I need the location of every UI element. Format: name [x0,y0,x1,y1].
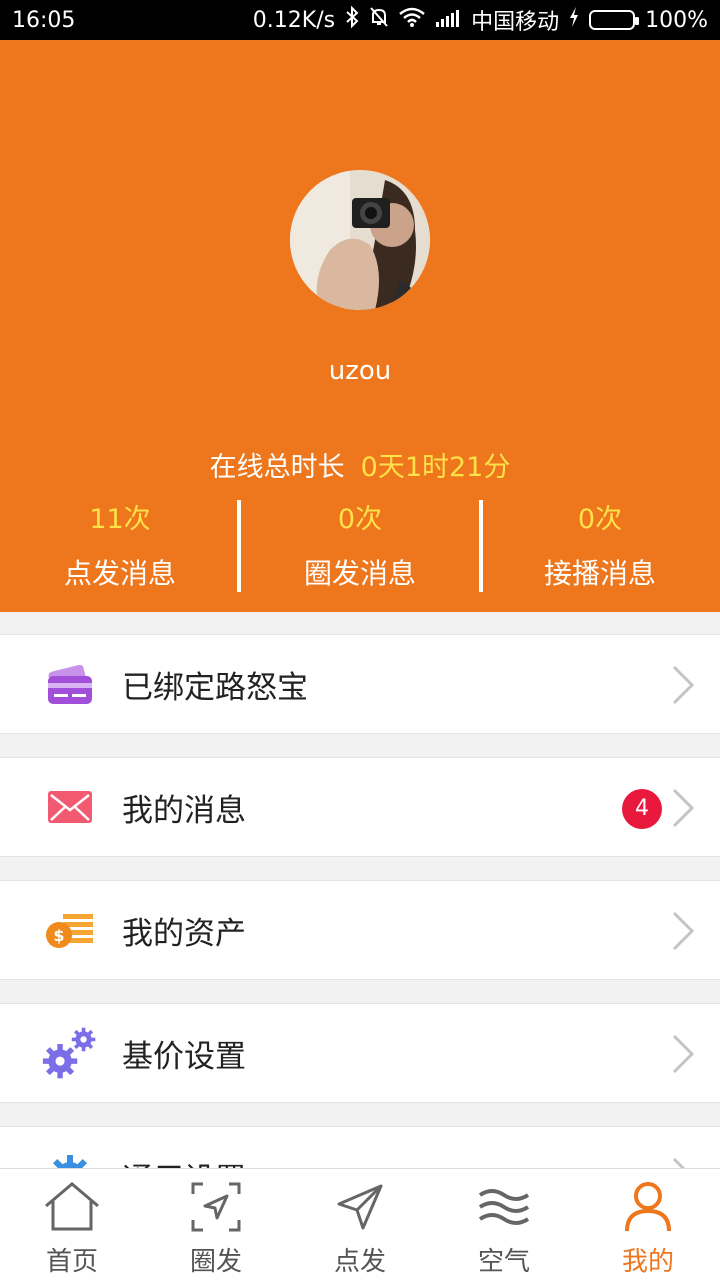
mail-icon [42,779,98,835]
network-speed: 0.12K/s [252,7,336,33]
mute-icon [369,6,389,34]
menu-item-bound-device[interactable]: 已绑定路怒宝 [0,634,720,734]
battery-percent: 100% [645,7,708,33]
chevron-right-icon [668,911,698,951]
nav-home[interactable]: 首页 [0,1169,144,1280]
stat-circle-messages[interactable]: 0次 圈发消息 [240,500,480,592]
nav-label: 空气 [477,1247,530,1277]
nav-mine[interactable]: 我的 [576,1169,720,1280]
stats-row: 11次 点发消息 0次 圈发消息 0次 接播消息 [0,500,720,592]
username: uzou [328,356,392,386]
circle-send-icon [186,1179,246,1235]
nav-point-send[interactable]: 点发 [288,1169,432,1280]
bottom-nav: 首页 圈发 点发 空气 我的 [0,1168,720,1280]
bluetooth-icon [345,5,359,34]
coins-icon: $ [42,902,98,958]
stat-receive-messages[interactable]: 0次 接播消息 [480,500,720,592]
nav-label: 圈发 [189,1247,242,1277]
air-icon [474,1179,534,1235]
nav-label: 首页 [45,1247,98,1277]
nav-circle-send[interactable]: 圈发 [144,1169,288,1280]
wifi-icon [399,7,425,33]
status-bar: 16:05 0.12K/s 中国移动 100% [0,0,720,40]
card-icon [42,656,98,712]
carrier-name: 中国移动 [471,10,560,35]
nav-air[interactable]: 空气 [432,1169,576,1280]
stat-label: 圈发消息 [303,557,416,590]
home-icon [42,1179,102,1235]
nav-label: 点发 [333,1247,386,1277]
send-icon [330,1179,390,1235]
chevron-right-icon [668,788,698,828]
avatar[interactable] [290,170,430,310]
online-duration: 在线总时长 0天1时21分 [0,445,720,484]
user-icon [618,1179,678,1235]
stat-label: 点发消息 [63,557,176,590]
online-label: 在线总时长 [209,452,345,483]
gears-icon [42,1025,98,1081]
menu-item-my-messages[interactable]: 我的消息 4 [0,757,720,857]
chevron-right-icon [668,1034,698,1074]
stat-point-messages[interactable]: 11次 点发消息 [0,500,240,592]
battery-icon [589,10,640,30]
stat-divider [237,500,241,592]
chevron-right-icon [668,665,698,705]
unread-badge: 4 [622,789,662,829]
stat-divider [479,500,483,592]
charging-icon [569,7,579,33]
menu-label: 已绑定路怒宝 [122,669,308,706]
menu-label: 我的消息 [122,792,246,829]
profile-header: uzou 在线总时长 0天1时21分 11次 点发消息 0次 圈发消息 0次 接播… [0,40,720,612]
signal-icon [435,8,461,33]
menu-label: 我的资产 [122,915,246,952]
stat-label: 接播消息 [543,557,656,590]
online-value: 0天1时21分 [360,452,511,483]
svg-text:$: $ [53,926,64,945]
menu-label: 基价设置 [122,1038,246,1075]
status-time: 16:05 [12,7,76,33]
menu-item-my-assets[interactable]: $ 我的资产 [0,880,720,980]
stat-count: 0次 [577,504,623,535]
stat-count: 0次 [337,504,383,535]
stat-count: 11次 [89,504,151,535]
nav-label: 我的 [621,1247,674,1277]
menu-item-base-price-settings[interactable]: 基价设置 [0,1003,720,1103]
